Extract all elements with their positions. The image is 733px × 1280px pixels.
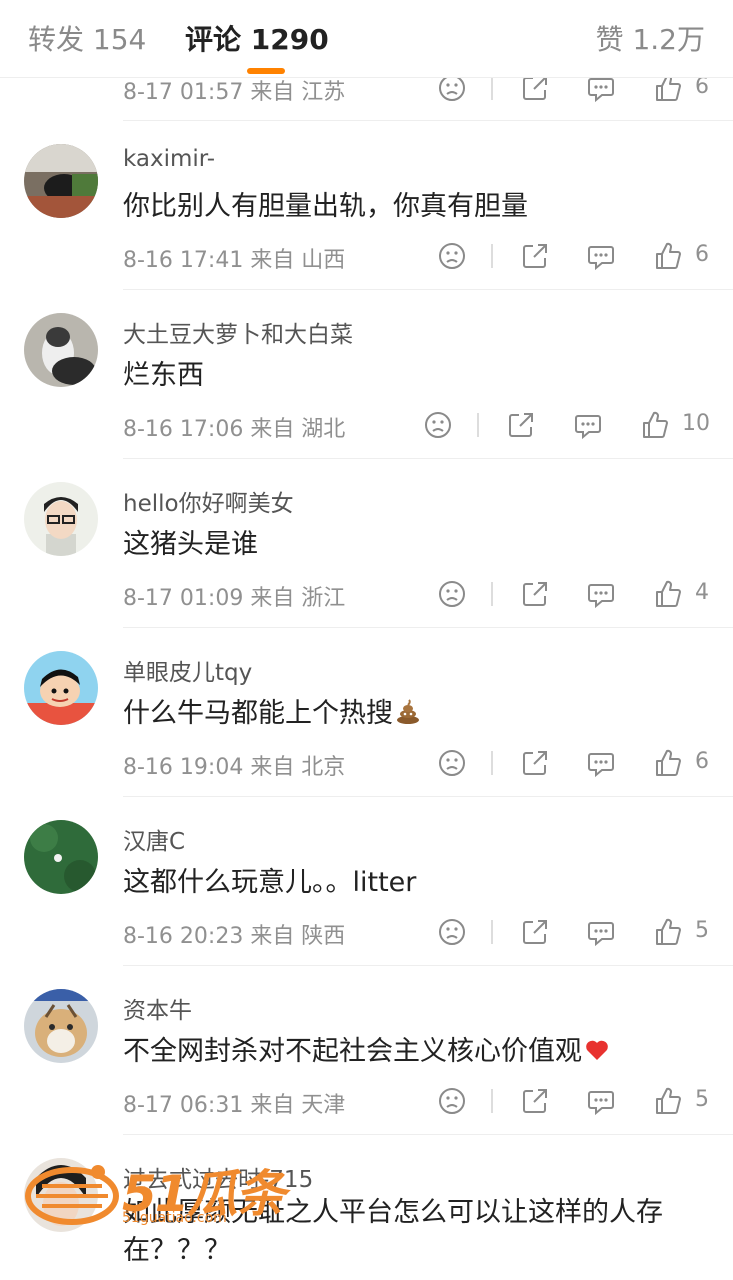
action-separator xyxy=(491,244,493,268)
divider xyxy=(123,965,733,966)
comment-timestamp-location: 8-16 17:41 来自 山西 xyxy=(123,248,346,273)
comment-timestamp-location: 8-17 01:09 来自 浙江 xyxy=(123,586,346,611)
watermark: 51瓜条 51guatiao.com xyxy=(22,1152,286,1232)
share-icon[interactable] xyxy=(505,409,537,441)
share-icon[interactable] xyxy=(519,240,551,272)
comment-item: 汉唐C 这都什么玩意儿。。litter 8-16 20:23 来自 陕西 5 xyxy=(0,796,733,965)
thumbs-up-icon[interactable] xyxy=(652,240,684,272)
action-separator xyxy=(491,1089,493,1113)
comment-timestamp-location: 8-16 17:06 来自 湖北 xyxy=(123,417,346,442)
divider xyxy=(123,289,733,290)
comment-timestamp-location: 8-17 06:31 来自 天津 xyxy=(123,1093,346,1118)
like-count: 6 xyxy=(695,242,709,267)
frown-icon[interactable] xyxy=(436,747,468,779)
divider xyxy=(123,120,733,121)
comment-meta-row: 8-16 17:41 来自 山西 6 xyxy=(0,234,733,278)
comment-icon[interactable] xyxy=(585,1085,617,1117)
action-separator xyxy=(491,920,493,944)
share-icon[interactable] xyxy=(519,1085,551,1117)
comment-meta-row: 8-17 06:31 来自 天津 5 xyxy=(0,1079,733,1123)
avatar[interactable] xyxy=(24,313,98,387)
avatar[interactable] xyxy=(24,651,98,725)
poop-emoji xyxy=(395,699,421,725)
like-count: 5 xyxy=(695,1087,709,1112)
comment-meta-row: 8-16 19:04 来自 北京 6 xyxy=(0,741,733,785)
frown-icon[interactable] xyxy=(436,1085,468,1117)
share-icon[interactable] xyxy=(519,578,551,610)
comment-username[interactable]: 单眼皮儿tqy xyxy=(123,653,252,687)
divider xyxy=(123,458,733,459)
divider xyxy=(123,627,733,628)
share-icon[interactable] xyxy=(519,747,551,779)
thumbs-up-icon[interactable] xyxy=(652,578,684,610)
frown-icon[interactable] xyxy=(436,916,468,948)
comment-icon[interactable] xyxy=(572,409,604,441)
comment-item: kaximir- 你比别人有胆量出轨，你真有胆量 8-16 17:41 来自 山… xyxy=(0,120,733,289)
comment-item: 大土豆大萝卜和大白菜 烂东西 8-16 17:06 来自 湖北 10 xyxy=(0,289,733,458)
comment-meta-row: 8-16 17:06 来自 湖北 10 xyxy=(0,403,733,447)
comment-item: hello你好啊美女 这猪头是谁 8-17 01:09 来自 浙江 4 xyxy=(0,458,733,627)
action-separator xyxy=(491,76,493,100)
action-separator xyxy=(477,413,479,437)
tab-comments[interactable]: 评论 1290 xyxy=(185,18,329,58)
comment-text: 这猪头是谁 xyxy=(123,529,258,560)
comment-username[interactable]: 资本牛 xyxy=(123,991,192,1025)
red-heart-emoji xyxy=(584,1037,610,1063)
tab-likes[interactable]: 赞 1.2万 xyxy=(596,18,705,58)
comment-text: 这都什么玩意儿。。litter xyxy=(123,867,417,898)
comment-icon[interactable] xyxy=(585,240,617,272)
comment-icon[interactable] xyxy=(585,578,617,610)
comment-username[interactable]: kaximir- xyxy=(123,146,215,172)
like-count: 6 xyxy=(695,749,709,774)
comment-text-line: 不全网封杀对不起社会主义核心价值观 xyxy=(123,1029,610,1068)
divider xyxy=(123,796,733,797)
comment-item: 资本牛 不全网封杀对不起社会主义核心价值观 8-17 06:31 来自 天津 5 xyxy=(0,965,733,1134)
avatar[interactable] xyxy=(24,820,98,894)
avatar[interactable] xyxy=(24,989,98,1063)
comment-username[interactable]: 大土豆大萝卜和大白菜 xyxy=(123,315,353,349)
comment-username[interactable]: 汉唐C xyxy=(123,822,185,856)
comment-text: 什么牛马都能上个热搜 xyxy=(123,698,393,729)
comment-icon[interactable] xyxy=(585,747,617,779)
comment-meta-row: 8-17 01:09 来自 浙江 4 xyxy=(0,572,733,616)
comment-username[interactable]: hello你好啊美女 xyxy=(123,484,294,518)
like-count: 10 xyxy=(682,411,710,436)
thumbs-up-icon[interactable] xyxy=(652,916,684,948)
share-icon[interactable] xyxy=(519,916,551,948)
tab-reposts[interactable]: 转发 154 xyxy=(28,18,146,58)
action-separator xyxy=(491,751,493,775)
comment-icon[interactable] xyxy=(585,916,617,948)
comment-tab-bar: 转发 154 评论 1290 赞 1.2万 xyxy=(0,0,733,78)
comment-feed: 8-17 01:57 来自 江苏 6 kaximir- 你比别人有胆量出轨，你真… xyxy=(0,0,733,1280)
avatar[interactable] xyxy=(24,482,98,556)
thumbs-up-icon[interactable] xyxy=(652,1085,684,1117)
comment-text: 烂东西 xyxy=(123,360,204,391)
comment-timestamp-location: 8-17 01:57 来自 江苏 xyxy=(123,80,346,105)
frown-icon[interactable] xyxy=(422,409,454,441)
like-count: 5 xyxy=(695,918,709,943)
divider xyxy=(123,1134,733,1135)
like-count: 4 xyxy=(695,580,709,605)
frown-icon[interactable] xyxy=(436,240,468,272)
comment-text-line: 什么牛马都能上个热搜 xyxy=(123,691,421,730)
action-separator xyxy=(491,582,493,606)
watermark-url: 51guatiao.com xyxy=(122,1210,227,1226)
comment-text: 你比别人有胆量出轨，你真有胆量 xyxy=(123,191,528,222)
comment-text: 不全网封杀对不起社会主义核心价值观 xyxy=(123,1036,582,1067)
thumbs-up-icon[interactable] xyxy=(639,409,671,441)
comment-timestamp-location: 8-16 20:23 来自 陕西 xyxy=(123,924,346,949)
comment-meta-row: 8-16 20:23 来自 陕西 5 xyxy=(0,910,733,954)
comment-item: 单眼皮儿tqy 什么牛马都能上个热搜 8-16 19:04 来自 北京 6 xyxy=(0,627,733,796)
frown-icon[interactable] xyxy=(436,578,468,610)
comment-timestamp-location: 8-16 19:04 来自 北京 xyxy=(123,755,346,780)
avatar[interactable] xyxy=(24,144,98,218)
watermark-logo-icon xyxy=(25,1165,119,1225)
active-tab-indicator xyxy=(247,68,285,74)
thumbs-up-icon[interactable] xyxy=(652,747,684,779)
